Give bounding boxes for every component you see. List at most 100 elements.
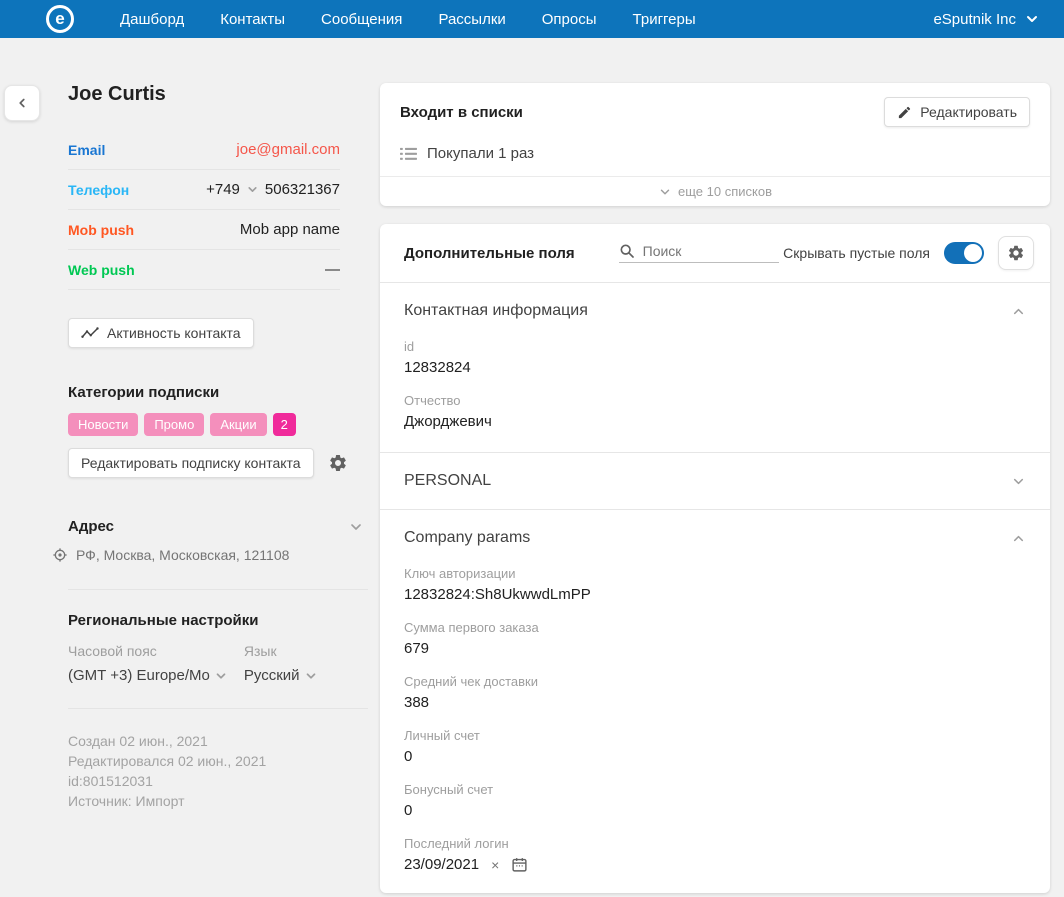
contact-name: Joe Curtis (68, 83, 380, 106)
field-value[interactable]: Джорджевич (404, 413, 1026, 430)
nav-item-campaigns[interactable]: Рассылки (438, 11, 505, 28)
meta-id: id:801512031 (68, 771, 380, 791)
divider (68, 708, 368, 709)
chevron-down-icon[interactable] (246, 183, 259, 196)
nav-item-triggers[interactable]: Триггеры (633, 11, 696, 28)
mob-push-value: Mob app name (240, 221, 340, 238)
show-more-lists-label: еще 10 списков (678, 184, 772, 199)
timezone-value: (GMT +3) Europe/Mo (68, 667, 210, 684)
chevron-down-icon (1011, 474, 1026, 489)
field-label: Последний логин (404, 836, 1026, 851)
timezone-label: Часовой пояс (68, 643, 228, 659)
phone-prefix[interactable]: +749 (206, 181, 240, 198)
gear-icon (1007, 244, 1025, 262)
chevron-down-icon (658, 185, 672, 199)
language-value: Русский (244, 667, 300, 684)
subscription-badges: Новости Промо Акции 2 (68, 413, 380, 436)
show-more-lists[interactable]: еще 10 списков (380, 176, 1050, 206)
hide-empty-toggle[interactable] (944, 242, 984, 264)
language-cell: Язык Русский (244, 643, 318, 684)
section-contact-info[interactable]: Контактная информация (380, 283, 1050, 339)
timezone-select[interactable]: (GMT +3) Europe/Mo (68, 667, 228, 684)
section-company-params[interactable]: Company params (380, 510, 1050, 566)
back-button[interactable] (4, 85, 40, 121)
field-label: Ключ авторизации (404, 566, 1026, 581)
list-item-label: Покупали 1 раз (427, 145, 534, 162)
field-value[interactable]: 12832824:Sh8UkwwdLmPP (404, 586, 1026, 603)
channel-row-web-push: Web push — (68, 250, 340, 290)
badge-actions[interactable]: Акции (210, 413, 266, 436)
field-label: Личный счет (404, 728, 1026, 743)
email-label: Email (68, 142, 105, 158)
phone-number[interactable]: 506321367 (265, 181, 340, 198)
language-label: Язык (244, 643, 318, 659)
badge-more-count[interactable]: 2 (273, 413, 296, 436)
chevron-up-icon (1011, 304, 1026, 319)
nav-item-messages[interactable]: Сообщения (321, 11, 402, 28)
esputnik-logo-icon[interactable]: e (46, 5, 74, 33)
channel-row-email: Email joe@gmail.com (68, 130, 340, 170)
calendar-icon[interactable] (511, 856, 528, 873)
contact-activity-button[interactable]: Активность контакта (68, 318, 254, 348)
channel-row-phone: Телефон +749 506321367 (68, 170, 340, 210)
search-icon (619, 243, 635, 259)
topbar: e Дашборд Контакты Сообщения Рассылки Оп… (0, 0, 1064, 38)
additional-fields-card: Дополнительные поля Скрывать пустые поля (380, 224, 1050, 893)
chevron-up-icon (1011, 531, 1026, 546)
section-personal[interactable]: PERSONAL (380, 453, 1050, 509)
field-first-order-sum: Сумма первого заказа 679 (380, 620, 1050, 657)
list-item[interactable]: Покупали 1 раз (380, 141, 1050, 176)
chevron-down-icon (304, 669, 318, 683)
field-last-login: Последний логин 23/09/2021 × (380, 836, 1050, 873)
badge-news[interactable]: Новости (68, 413, 138, 436)
search-input[interactable] (643, 243, 763, 259)
fields-settings-button[interactable] (998, 236, 1034, 270)
language-select[interactable]: Русский (244, 667, 318, 684)
hide-empty-label: Скрывать пустые поля (783, 245, 930, 261)
section-title: Company params (404, 529, 530, 547)
additional-fields-title: Дополнительные поля (404, 245, 575, 262)
field-value[interactable]: 388 (404, 694, 1026, 711)
logo-letter: e (55, 9, 64, 29)
field-value[interactable]: 0 (404, 802, 1026, 819)
lists-card-title: Входит в списки (400, 104, 523, 121)
web-push-value: — (325, 261, 340, 278)
field-value[interactable]: 23/09/2021 (404, 856, 479, 873)
edit-lists-label: Редактировать (920, 104, 1017, 120)
badge-promo[interactable]: Промо (144, 413, 204, 436)
clear-date-icon[interactable]: × (491, 858, 499, 872)
activity-chart-icon (81, 326, 99, 340)
edit-subscription-label: Редактировать подписку контакта (81, 455, 301, 471)
field-auth-key: Ключ авторизации 12832824:Sh8UkwwdLmPP (380, 566, 1050, 603)
edit-lists-button[interactable]: Редактировать (884, 97, 1030, 127)
field-value[interactable]: 679 (404, 640, 1026, 657)
web-push-label: Web push (68, 262, 135, 278)
mob-push-label: Mob push (68, 222, 134, 238)
edit-subscription-button[interactable]: Редактировать подписку контакта (68, 448, 314, 478)
field-value[interactable]: 12832824 (404, 359, 1026, 376)
divider (68, 589, 368, 590)
gear-icon[interactable] (328, 453, 348, 473)
meta-source: Источник: Импорт (68, 791, 380, 811)
chevron-down-icon[interactable] (348, 519, 364, 535)
channel-list: Email joe@gmail.com Телефон +749 5063213… (68, 130, 340, 290)
field-label: Отчество (404, 393, 1026, 408)
fields-search[interactable] (619, 243, 779, 263)
chevron-down-icon (1024, 11, 1040, 27)
field-label: Сумма первого заказа (404, 620, 1026, 635)
nav-item-contacts[interactable]: Контакты (220, 11, 285, 28)
section-title: Контактная информация (404, 302, 588, 320)
field-value[interactable]: 0 (404, 748, 1026, 765)
contact-summary-panel: Joe Curtis Email joe@gmail.com Телефон +… (0, 83, 380, 897)
nav-item-dashboard[interactable]: Дашборд (120, 11, 184, 28)
field-id: id 12832824 (380, 339, 1050, 376)
channel-row-mob-push: Mob push Mob app name (68, 210, 340, 250)
regional-settings-title: Региональные настройки (68, 612, 380, 629)
list-icon (400, 146, 417, 161)
nav-item-surveys[interactable]: Опросы (542, 11, 597, 28)
account-menu[interactable]: eSputnik Inc (933, 11, 1040, 28)
main-nav: Дашборд Контакты Сообщения Рассылки Опро… (120, 11, 696, 28)
email-value[interactable]: joe@gmail.com (236, 141, 340, 158)
toggle-knob (964, 244, 982, 262)
phone-label: Телефон (68, 182, 129, 198)
